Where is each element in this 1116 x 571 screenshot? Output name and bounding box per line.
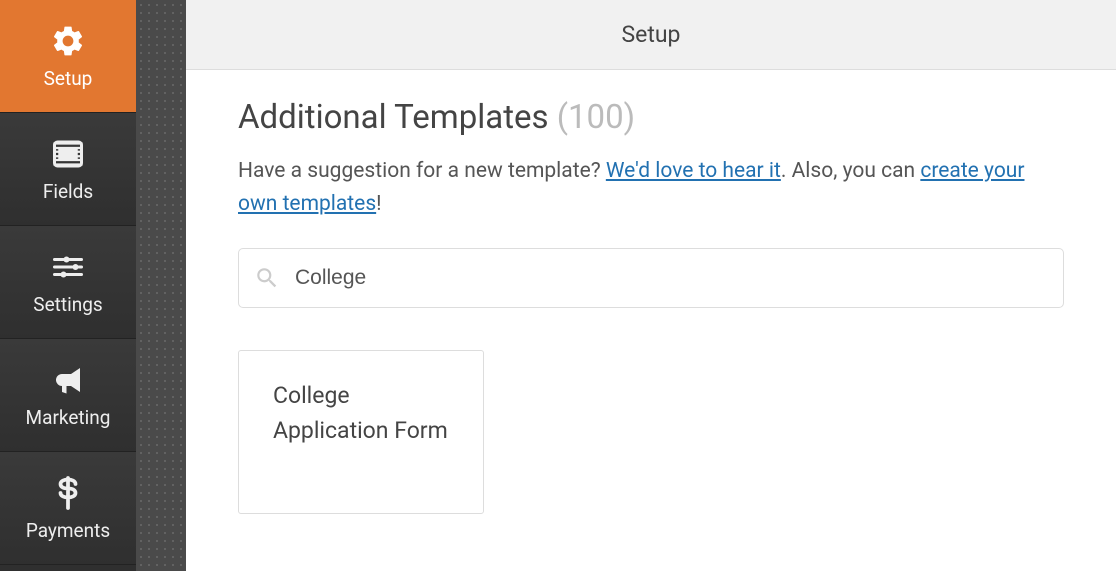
sidebar-item-marketing[interactable]: Marketing (0, 339, 136, 452)
template-grid: College Application Form (238, 350, 1064, 514)
search-input[interactable] (238, 248, 1064, 308)
desc-prefix: Have a suggestion for a new template? (238, 159, 606, 183)
template-card-college-application[interactable]: College Application Form (238, 350, 484, 514)
megaphone-icon (50, 362, 86, 398)
desc-mid: . Also, you can (781, 159, 920, 183)
sidebar-item-payments[interactable]: Payments (0, 452, 136, 565)
content-panel: Additional Templates (100) Have a sugges… (186, 70, 1116, 571)
sidebar-item-setup[interactable]: Setup (0, 0, 136, 113)
gear-icon (50, 23, 86, 59)
sidebar-item-label: Payments (26, 519, 110, 542)
section-description: Have a suggestion for a new template? We… (238, 155, 1064, 220)
sidebar-item-label: Setup (44, 67, 93, 90)
section-heading: Additional Templates (100) (238, 98, 1064, 137)
list-icon (50, 136, 86, 172)
search-box (238, 248, 1064, 308)
template-card-title: College Application Form (273, 379, 449, 448)
sliders-icon (50, 249, 86, 285)
sidebar-item-fields[interactable]: Fields (0, 113, 136, 226)
page-title: Setup (622, 21, 681, 48)
search-icon (254, 265, 280, 291)
sidebar-item-label: Settings (33, 293, 102, 316)
sidebar: Setup Fields Settings Marketing Payments (0, 0, 136, 571)
sidebar-item-label: Fields (43, 180, 93, 203)
main-area: Setup Additional Templates (100) Have a … (136, 0, 1116, 571)
heading-count: (100) (557, 98, 635, 137)
header-bar: Setup (186, 0, 1116, 70)
sidebar-item-settings[interactable]: Settings (0, 226, 136, 339)
dot-strip (136, 0, 186, 571)
link-hear-suggestion[interactable]: We'd love to hear it (606, 159, 781, 183)
heading-text: Additional Templates (238, 98, 549, 137)
desc-suffix: ! (376, 192, 381, 216)
dollar-icon (50, 475, 86, 511)
sidebar-item-label: Marketing (26, 406, 111, 429)
